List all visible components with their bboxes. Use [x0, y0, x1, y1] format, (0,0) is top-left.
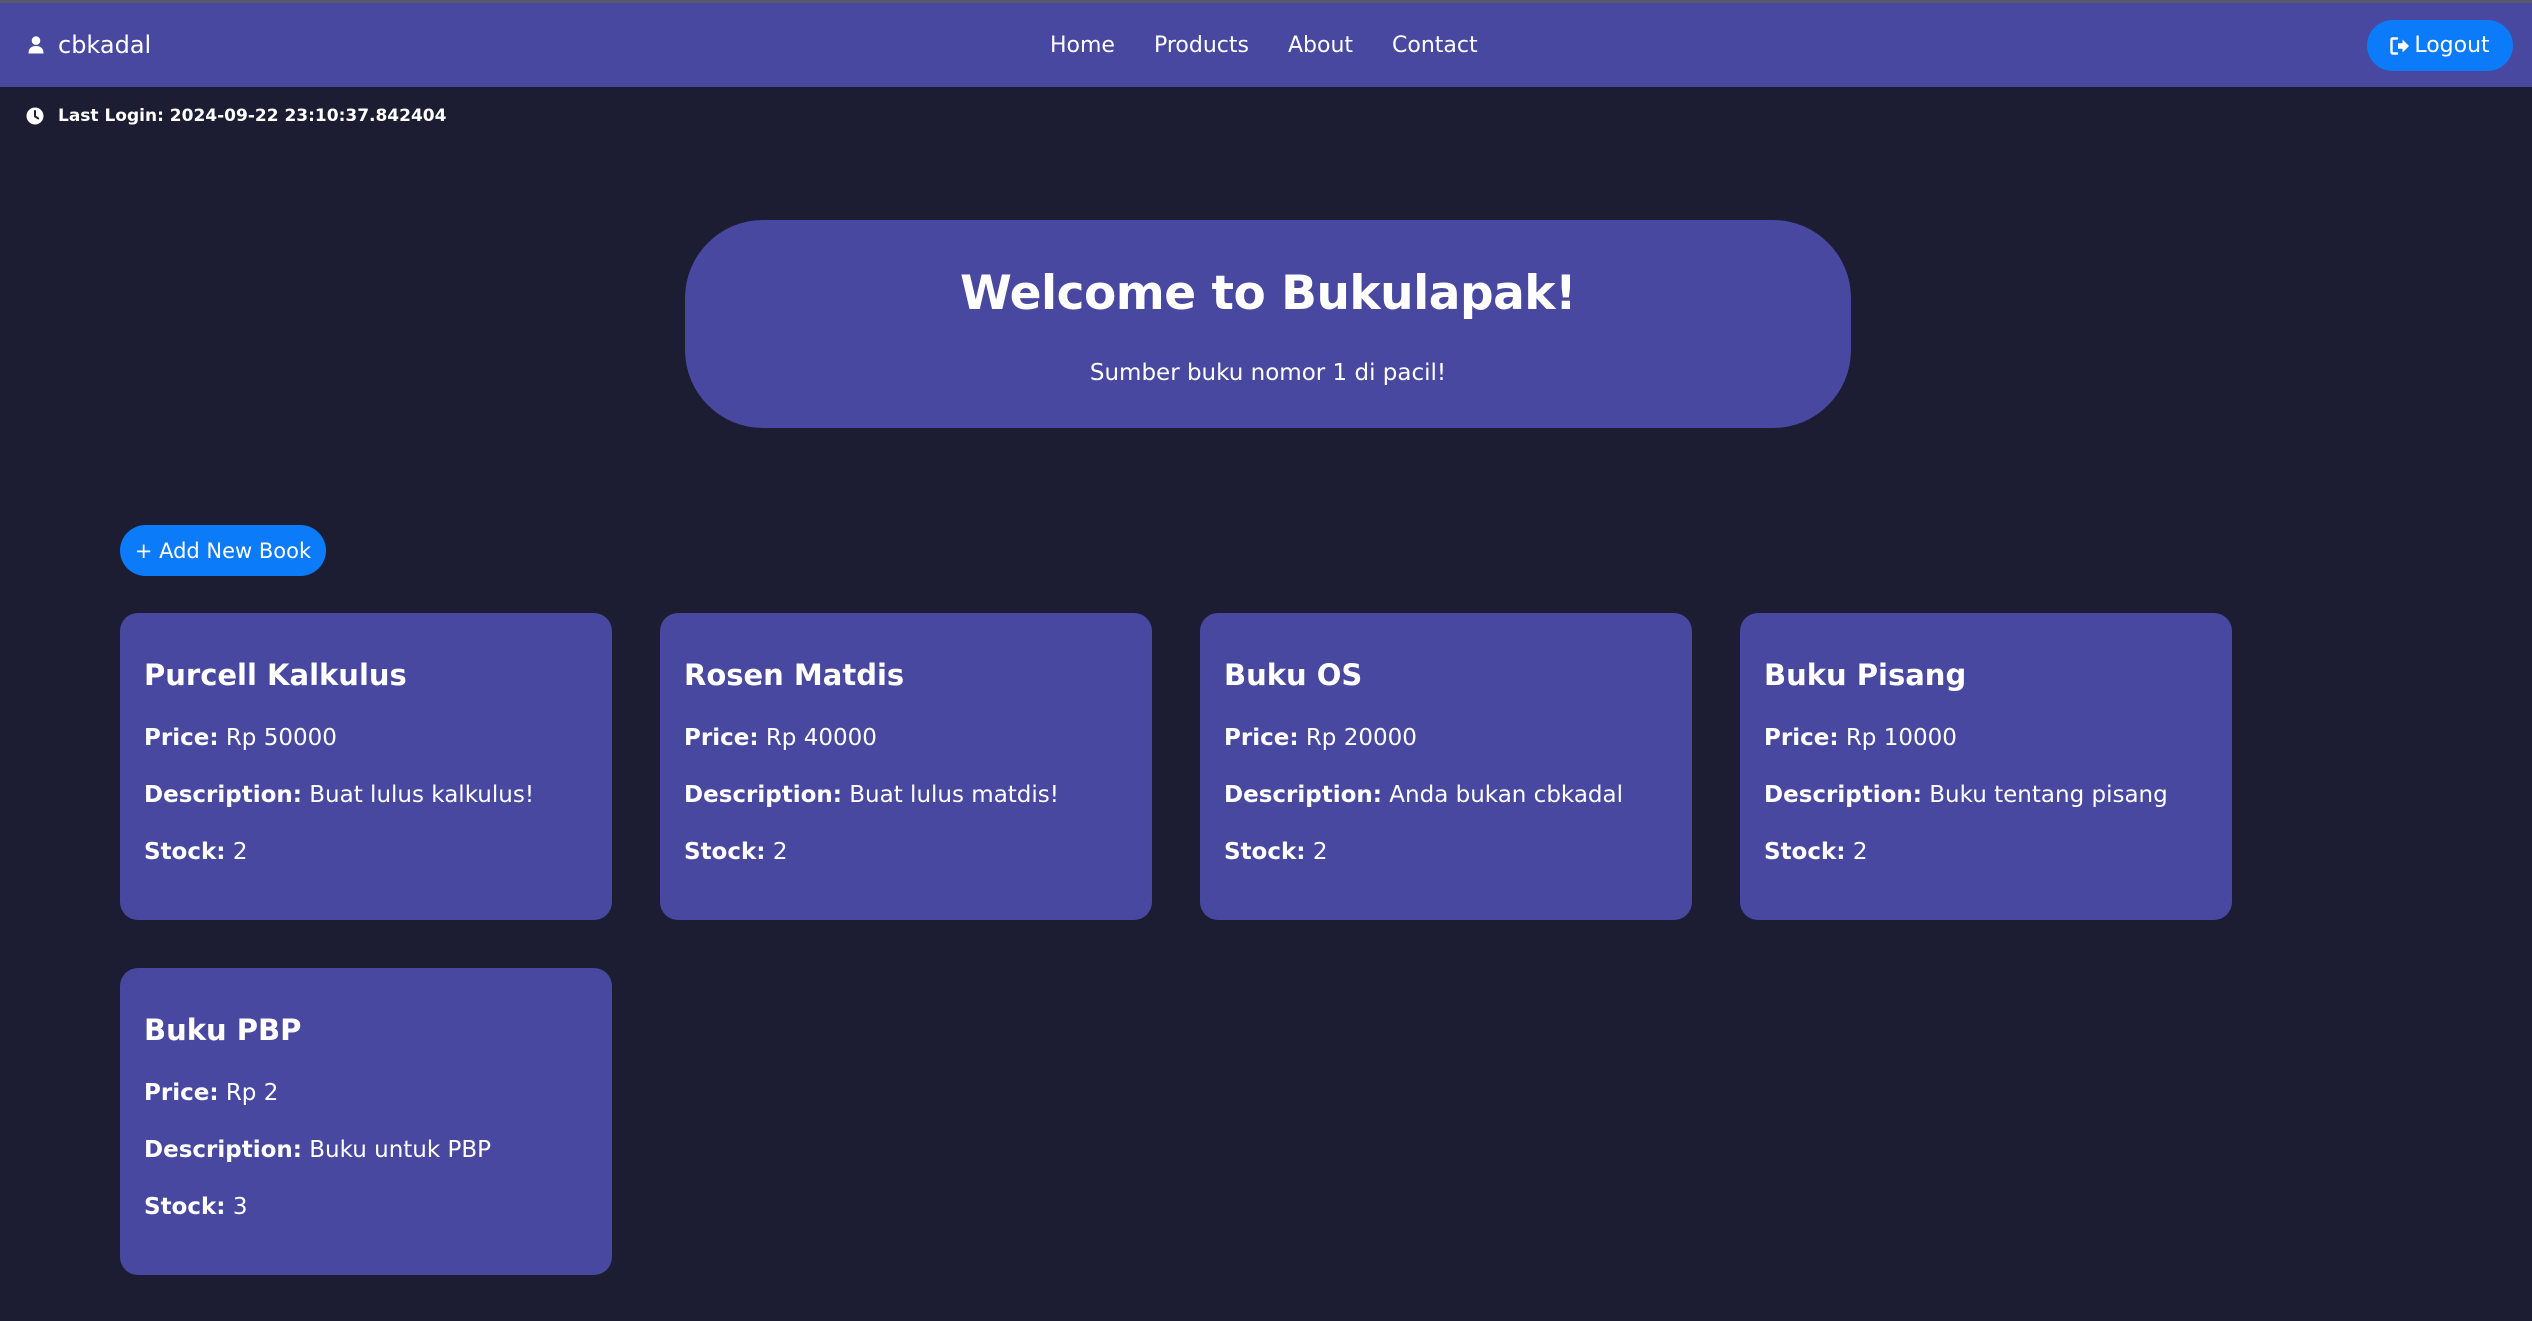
add-new-book-button[interactable]: + Add New Book: [120, 525, 326, 576]
book-title: Purcell Kalkulus: [144, 658, 407, 692]
price-label: Price:: [1764, 725, 1839, 751]
book-description: Description: Buku untuk PBP: [144, 1137, 491, 1163]
hero-title: Welcome to Bukulapak!: [959, 266, 1577, 321]
user-info: cbkadal: [28, 3, 151, 87]
description-value: Buat lulus kalkulus!: [309, 782, 535, 808]
last-login: Last Login: 2024-09-22 23:10:37.842404: [26, 106, 446, 126]
description-label: Description:: [1764, 782, 1922, 808]
price-label: Price:: [144, 725, 219, 751]
book-card: Rosen Matdis Price: Rp 40000 Description…: [660, 613, 1152, 920]
nav-links: Home Products About Contact: [1050, 3, 1478, 87]
logout-label: Logout: [2414, 33, 2490, 58]
book-price: Price: Rp 2: [144, 1080, 278, 1106]
book-card: Buku PBP Price: Rp 2 Description: Buku u…: [120, 968, 612, 1275]
book-price: Price: Rp 20000: [1224, 725, 1417, 751]
navbar: cbkadal Home Products About Contact Logo…: [0, 3, 2532, 87]
book-card: Buku OS Price: Rp 20000 Description: And…: [1200, 613, 1692, 920]
price-label: Price:: [144, 1080, 219, 1106]
book-stock: Stock: 3: [144, 1194, 247, 1220]
book-card: Purcell Kalkulus Price: Rp 50000 Descrip…: [120, 613, 612, 920]
logout-button[interactable]: Logout: [2367, 20, 2513, 71]
stock-value: 3: [232, 1194, 248, 1220]
book-title: Rosen Matdis: [684, 658, 905, 692]
stock-value: 2: [1852, 839, 1868, 865]
nav-link-products[interactable]: Products: [1154, 33, 1249, 58]
book-title: Buku Pisang: [1764, 658, 1967, 692]
book-stock: Stock: 2: [1224, 839, 1327, 865]
description-value: Buku untuk PBP: [309, 1137, 492, 1163]
book-description: Description: Buat lulus matdis!: [684, 782, 1059, 808]
book-description: Description: Anda bukan cbkadal: [1224, 782, 1623, 808]
price-value: Rp 10000: [1845, 725, 1957, 751]
stock-label: Stock:: [144, 1194, 226, 1220]
stock-label: Stock:: [684, 839, 766, 865]
book-card: Buku Pisang Price: Rp 10000 Description:…: [1740, 613, 2232, 920]
hero-banner: Welcome to Bukulapak! Sumber buku nomor …: [685, 220, 1851, 428]
description-value: Buku tentang pisang: [1929, 782, 2168, 808]
book-stock: Stock: 2: [144, 839, 247, 865]
price-value: Rp 50000: [225, 725, 337, 751]
stock-label: Stock:: [144, 839, 226, 865]
book-description: Description: Buku tentang pisang: [1764, 782, 2168, 808]
hero-subtitle: Sumber buku nomor 1 di pacil!: [1089, 360, 1447, 386]
nav-link-contact[interactable]: Contact: [1392, 33, 1478, 58]
description-label: Description:: [1224, 782, 1382, 808]
description-label: Description:: [684, 782, 842, 808]
book-title: Buku PBP: [144, 1013, 302, 1047]
book-title: Buku OS: [1224, 658, 1363, 692]
stock-label: Stock:: [1764, 839, 1846, 865]
description-value: Buat lulus matdis!: [849, 782, 1059, 808]
description-label: Description:: [144, 782, 302, 808]
price-value: Rp 20000: [1305, 725, 1417, 751]
stock-value: 2: [772, 839, 788, 865]
price-value: Rp 40000: [765, 725, 877, 751]
description-value: Anda bukan cbkadal: [1389, 782, 1624, 808]
stock-label: Stock:: [1224, 839, 1306, 865]
user-icon: [28, 36, 44, 54]
price-label: Price:: [684, 725, 759, 751]
last-login-text: Last Login: 2024-09-22 23:10:37.842404: [58, 106, 447, 126]
description-label: Description:: [144, 1137, 302, 1163]
price-label: Price:: [1224, 725, 1299, 751]
book-stock: Stock: 2: [684, 839, 787, 865]
book-price: Price: Rp 40000: [684, 725, 877, 751]
clock-icon: [26, 107, 44, 125]
logout-icon: [2390, 36, 2410, 55]
book-price: Price: Rp 10000: [1764, 725, 1957, 751]
book-price: Price: Rp 50000: [144, 725, 337, 751]
stock-value: 2: [1312, 839, 1328, 865]
username: cbkadal: [58, 31, 152, 59]
nav-link-home[interactable]: Home: [1050, 33, 1115, 58]
stock-value: 2: [232, 839, 248, 865]
price-value: Rp 2: [225, 1080, 279, 1106]
nav-link-about[interactable]: About: [1288, 33, 1353, 58]
book-stock: Stock: 2: [1764, 839, 1867, 865]
book-description: Description: Buat lulus kalkulus!: [144, 782, 534, 808]
